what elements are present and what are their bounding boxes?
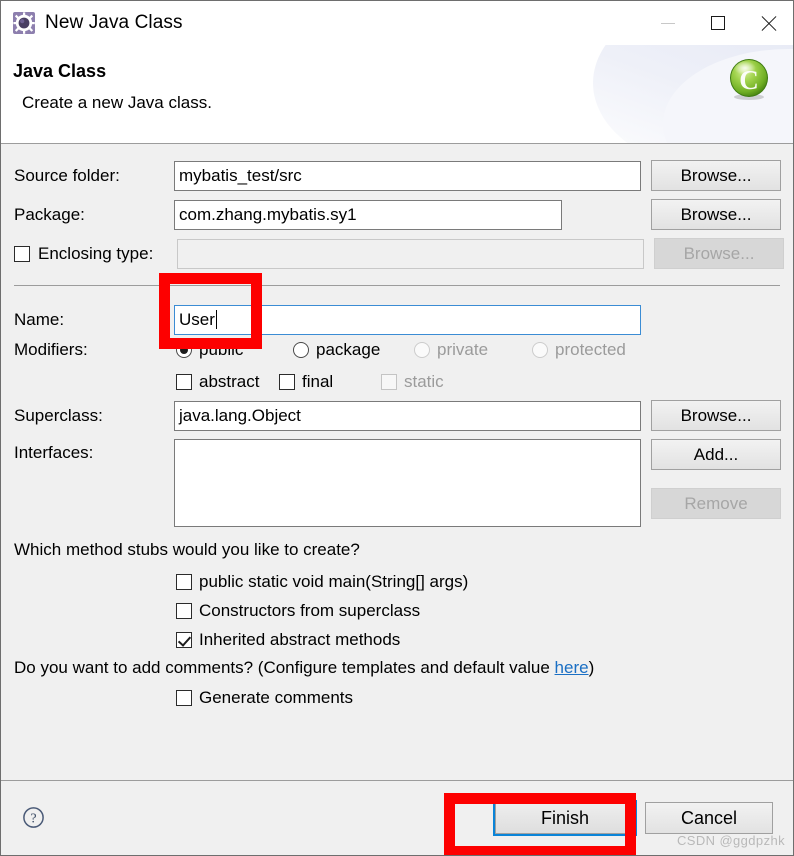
modifier-private[interactable]: private	[414, 340, 488, 360]
modifier-protected[interactable]: protected	[532, 340, 626, 360]
maximize-icon	[711, 16, 725, 30]
minimize-button[interactable]	[643, 1, 693, 45]
package-radio[interactable]	[293, 342, 309, 358]
static-label: static	[404, 372, 444, 391]
generate-comments-option[interactable]: Generate comments	[176, 688, 353, 708]
modifiers-row: Modifiers:	[1, 340, 793, 360]
class-name-input[interactable]: User	[174, 305, 641, 335]
enclosing-type-input[interactable]	[177, 238, 644, 269]
comments-question: Do you want to add comments? (Configure …	[14, 658, 594, 678]
stub-main-method[interactable]: public static void main(String[] args)	[176, 572, 468, 592]
modifier-static[interactable]: static	[381, 372, 444, 392]
inherited-abstract-label: Inherited abstract methods	[199, 630, 401, 649]
window-title: New Java Class	[45, 12, 183, 33]
title-bar: New Java Class	[1, 1, 793, 45]
java-class-green-c-icon: C	[730, 59, 768, 100]
enclosing-type-label: Enclosing type:	[38, 243, 154, 263]
package-label: Package:	[14, 204, 85, 224]
protected-radio[interactable]	[532, 342, 548, 358]
package-input[interactable]: com.zhang.mybatis.sy1	[174, 199, 562, 230]
generate-comments-checkbox[interactable]	[176, 690, 192, 706]
superclass-label: Superclass:	[14, 405, 103, 425]
name-row: Name: User	[1, 305, 793, 335]
modifier-package[interactable]: package	[293, 340, 380, 360]
main-method-label: public static void main(String[] args)	[199, 572, 469, 591]
wizard-gear-icon	[13, 12, 35, 34]
abstract-checkbox[interactable]	[176, 374, 192, 390]
public-label: public	[199, 340, 244, 359]
new-java-class-dialog: New Java Class Java Class Create a new J…	[0, 0, 794, 856]
package-modifier-label: package	[316, 340, 381, 359]
private-radio[interactable]	[414, 342, 430, 358]
private-label: private	[437, 340, 489, 359]
finish-button[interactable]: Finish	[493, 800, 637, 836]
source-folder-row: Source folder: mybatis_test/src Browse..…	[1, 160, 793, 191]
maximize-button[interactable]	[693, 1, 743, 45]
package-row: Package: com.zhang.mybatis.sy1 Browse...	[1, 199, 793, 230]
svg-text:?: ?	[30, 812, 36, 827]
page-title: Java Class	[13, 61, 107, 81]
configure-templates-link[interactable]: here	[555, 658, 589, 677]
package-browse-button[interactable]: Browse...	[651, 199, 781, 230]
static-checkbox[interactable]	[381, 374, 397, 390]
interfaces-label: Interfaces:	[14, 443, 94, 462]
close-button[interactable]	[743, 1, 793, 45]
page-subtitle: Create a new Java class.	[22, 93, 212, 112]
interfaces-list[interactable]	[174, 439, 641, 527]
final-checkbox[interactable]	[279, 374, 295, 390]
method-stubs-question: Which method stubs would you like to cre…	[14, 540, 360, 559]
stub-constructors[interactable]: Constructors from superclass	[176, 601, 420, 621]
close-icon	[760, 15, 777, 32]
superclass-row: Superclass: java.lang.Object Browse...	[1, 400, 793, 431]
comments-question-prefix: Do you want to add comments? (Configure …	[14, 658, 555, 677]
final-label: final	[302, 372, 334, 391]
constructors-label: Constructors from superclass	[199, 601, 421, 620]
window-controls	[643, 1, 793, 45]
source-folder-label: Source folder:	[14, 165, 120, 185]
comments-question-suffix: )	[588, 658, 595, 677]
section-separator	[14, 285, 780, 286]
modifier-abstract[interactable]: abstract	[176, 372, 259, 392]
enclosing-type-row: Enclosing type: Browse...	[1, 238, 793, 269]
abstract-label: abstract	[199, 372, 260, 391]
protected-label: protected	[555, 340, 626, 359]
cancel-button[interactable]: Cancel	[645, 802, 773, 834]
constructors-checkbox[interactable]	[176, 603, 192, 619]
stub-inherited-abstract[interactable]: Inherited abstract methods	[176, 630, 400, 650]
enclosing-type-browse-button[interactable]: Browse...	[654, 238, 784, 269]
svg-text:C: C	[739, 65, 759, 95]
modifier-final[interactable]: final	[279, 372, 333, 392]
interfaces-add-button[interactable]: Add...	[651, 439, 781, 470]
modifier-public[interactable]: public	[176, 340, 243, 360]
interfaces-remove-button[interactable]: Remove	[651, 488, 781, 519]
main-method-checkbox[interactable]	[176, 574, 192, 590]
generate-comments-label: Generate comments	[199, 688, 354, 707]
minimize-icon	[661, 22, 675, 24]
wizard-header: Java Class Create a new Java class. C	[1, 45, 793, 144]
name-label: Name:	[14, 310, 65, 329]
superclass-input[interactable]: java.lang.Object	[174, 400, 641, 431]
class-name-value: User	[179, 310, 215, 329]
help-icon[interactable]: ?	[22, 806, 45, 829]
source-folder-browse-button[interactable]: Browse...	[651, 160, 781, 191]
modifiers-label: Modifiers:	[14, 340, 88, 359]
watermark: CSDN @ggdpzhk	[677, 833, 785, 848]
source-folder-input[interactable]: mybatis_test/src	[174, 160, 641, 191]
enclosing-type-checkbox[interactable]	[14, 245, 30, 262]
inherited-abstract-checkbox[interactable]	[176, 632, 192, 648]
public-radio[interactable]	[176, 342, 192, 358]
superclass-browse-button[interactable]: Browse...	[651, 400, 781, 431]
dialog-body: Source folder: mybatis_test/src Browse..…	[1, 144, 793, 780]
